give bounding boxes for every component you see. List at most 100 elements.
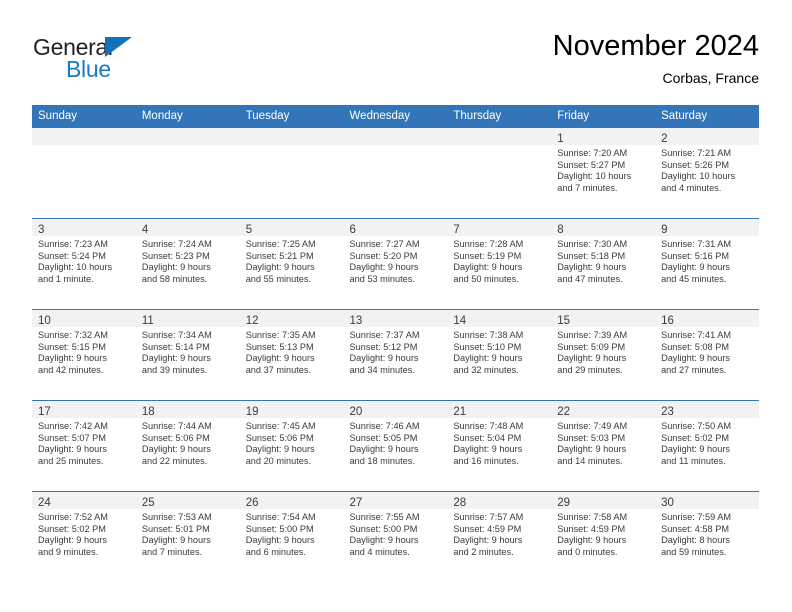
sunrise-time: Sunrise: 7:49 AM [557,421,628,431]
calendar-week-row: 24 Sunrise: 7:52 AM Sunset: 5:02 PM Dayligh… [32,491,759,582]
calendar-day-cell[interactable]: 16 Sunrise: 7:41 AM Sunset: 5:08 PM Dayligh… [655,309,759,401]
calendar-day-cell[interactable]: 15 Sunrise: 7:39 AM Sunset: 5:09 PM Dayligh… [551,309,656,401]
generalblue-logo[interactable]: General Blue [33,34,233,92]
logo-text-blue: Blue [66,56,111,82]
calendar-day-cell[interactable]: 12 Sunrise: 7:35 AM Sunset: 5:13 PM Dayligh… [239,309,344,401]
day-number-band: 5 [239,219,344,236]
daylight-duration-line2: and 55 minutes. [245,273,312,284]
day-cell-details: Sunrise: 7:53 AM Sunset: 5:01 PM Daylight:… [136,509,240,558]
day-cell-content: 1 Sunrise: 7:20 AM Sunset: 5:27 PM Daylight… [551,128,656,218]
day-number-band: 12 [239,310,344,327]
day-cell-details [240,145,344,148]
day-cell-details: Sunrise: 7:39 AM Sunset: 5:09 PM Daylight:… [551,327,655,376]
sunrise-time: Sunrise: 7:30 AM [557,239,628,249]
day-number-band: 24 [32,492,136,509]
day-number-band: 19 [239,401,344,418]
calendar-day-cell[interactable]: 1 Sunrise: 7:20 AM Sunset: 5:27 PM Daylight… [551,127,656,219]
calendar-day-cell[interactable]: 3 Sunrise: 7:23 AM Sunset: 5:24 PM Daylight… [32,218,136,310]
day-number-band: 23 [655,401,759,418]
calendar-day-cell[interactable]: 10 Sunrise: 7:32 AM Sunset: 5:15 PM Dayligh… [32,309,136,401]
day-cell-details: Sunrise: 7:37 AM Sunset: 5:12 PM Daylight:… [344,327,448,376]
sunset-time: Sunset: 5:08 PM [661,341,729,352]
day-number-band: 4 [135,219,240,236]
day-number-band: 29 [551,492,656,509]
day-cell-details: Sunrise: 7:54 AM Sunset: 5:00 PM Daylight:… [240,509,344,558]
daylight-duration-line2: and 4 minutes. [349,546,410,557]
calendar-day-cell[interactable]: 4 Sunrise: 7:24 AM Sunset: 5:23 PM Daylight… [135,218,240,310]
day-cell-content: 19 Sunrise: 7:45 AM Sunset: 5:06 PM Dayligh… [239,401,344,491]
sunset-time: Sunset: 5:23 PM [141,250,210,261]
sunrise-time: Sunrise: 7:50 AM [661,421,732,431]
day-number: 2 [661,133,668,145]
daylight-duration-line1: Daylight: 10 hours [661,171,736,182]
sunrise-time: Sunrise: 7:58 AM [557,512,628,522]
daylight-duration-line2: and 50 minutes. [453,273,519,284]
calendar-day-cell[interactable]: 22 Sunrise: 7:49 AM Sunset: 5:03 PM Dayligh… [551,400,656,492]
day-number: 27 [349,497,363,509]
calendar-day-cell[interactable]: 25 Sunrise: 7:53 AM Sunset: 5:01 PM Dayligh… [135,491,240,582]
daylight-duration-line2: and 11 minutes. [661,455,726,466]
day-cell-details: Sunrise: 7:23 AM Sunset: 5:24 PM Daylight:… [32,236,136,285]
calendar-day-cell[interactable]: 13 Sunrise: 7:37 AM Sunset: 5:12 PM Dayligh… [343,309,448,401]
day-cell-details [136,145,240,148]
day-cell-details: Sunrise: 7:34 AM Sunset: 5:14 PM Daylight:… [136,327,240,376]
sunrise-time: Sunrise: 7:57 AM [453,512,524,522]
daylight-duration-line2: and 53 minutes. [349,273,415,284]
sunrise-time: Sunrise: 7:34 AM [141,330,212,340]
calendar-cell-empty [343,127,448,219]
day-cell-details: Sunrise: 7:49 AM Sunset: 5:03 PM Daylight:… [551,418,655,467]
day-number-band: 26 [239,492,344,509]
day-cell-content: 18 Sunrise: 7:44 AM Sunset: 5:06 PM Dayligh… [135,401,240,491]
day-number-band: 21 [447,401,552,418]
calendar-day-cell[interactable]: 7 Sunrise: 7:28 AM Sunset: 5:19 PM Daylight… [447,218,552,310]
calendar-cell-empty [447,127,552,219]
calendar-day-cell[interactable]: 5 Sunrise: 7:25 AM Sunset: 5:21 PM Daylight… [239,218,344,310]
daylight-duration-line1: Daylight: 9 hours [141,353,211,364]
calendar-day-cell[interactable]: 2 Sunrise: 7:21 AM Sunset: 5:26 PM Daylight… [655,127,759,219]
calendar-day-cell[interactable]: 21 Sunrise: 7:48 AM Sunset: 5:04 PM Dayligh… [447,400,552,492]
calendar-day-cell[interactable]: 28 Sunrise: 7:57 AM Sunset: 4:59 PM Dayligh… [447,491,552,582]
weekday-header-sunday: Sunday [32,105,136,128]
sunrise-time: Sunrise: 7:39 AM [557,330,628,340]
daylight-duration-line2: and 22 minutes. [141,455,208,466]
daylight-duration-line2: and 16 minutes. [453,455,519,466]
day-cell-content: 14 Sunrise: 7:38 AM Sunset: 5:10 PM Dayligh… [447,310,552,400]
sunset-time: Sunset: 5:27 PM [557,159,626,170]
day-number-band: 2 [655,128,759,145]
calendar-day-cell[interactable]: 19 Sunrise: 7:45 AM Sunset: 5:06 PM Dayligh… [239,400,344,492]
calendar-day-cell[interactable]: 17 Sunrise: 7:42 AM Sunset: 5:07 PM Dayligh… [32,400,136,492]
calendar-day-cell[interactable]: 20 Sunrise: 7:46 AM Sunset: 5:05 PM Dayligh… [343,400,448,492]
calendar-day-cell[interactable]: 29 Sunrise: 7:58 AM Sunset: 4:59 PM Dayligh… [551,491,656,582]
calendar-day-cell[interactable]: 24 Sunrise: 7:52 AM Sunset: 5:02 PM Dayligh… [32,491,136,582]
calendar-day-cell[interactable]: 27 Sunrise: 7:55 AM Sunset: 5:00 PM Dayligh… [343,491,448,582]
weekday-header-saturday: Saturday [655,105,759,128]
sunrise-time: Sunrise: 7:59 AM [661,512,732,522]
daylight-duration-line1: Daylight: 9 hours [661,353,731,364]
day-number: 16 [661,315,674,327]
day-cell-details: Sunrise: 7:58 AM Sunset: 4:59 PM Daylight:… [551,509,655,558]
calendar-day-cell[interactable]: 6 Sunrise: 7:27 AM Sunset: 5:20 PM Daylight… [343,218,448,310]
day-cell-content: 23 Sunrise: 7:50 AM Sunset: 5:02 PM Dayligh… [655,401,759,491]
day-cell-content: 24 Sunrise: 7:52 AM Sunset: 5:02 PM Dayligh… [32,492,136,582]
day-cell-details: Sunrise: 7:35 AM Sunset: 5:13 PM Daylight:… [240,327,344,376]
calendar-day-cell[interactable]: 14 Sunrise: 7:38 AM Sunset: 5:10 PM Dayligh… [447,309,552,401]
calendar-week-row: 10 Sunrise: 7:32 AM Sunset: 5:15 PM Dayligh… [32,309,759,401]
sunset-time: Sunset: 5:01 PM [141,523,210,534]
calendar-day-cell[interactable]: 23 Sunrise: 7:50 AM Sunset: 5:02 PM Dayligh… [655,400,759,492]
calendar-day-cell[interactable]: 11 Sunrise: 7:34 AM Sunset: 5:14 PM Dayligh… [135,309,240,401]
day-cell-content: 11 Sunrise: 7:34 AM Sunset: 5:14 PM Dayligh… [135,310,240,400]
day-cell-content: 17 Sunrise: 7:42 AM Sunset: 5:07 PM Dayligh… [32,401,136,491]
day-number-band: 6 [343,219,448,236]
calendar-day-cell[interactable]: 8 Sunrise: 7:30 AM Sunset: 5:18 PM Daylight… [551,218,656,310]
daylight-duration-line1: Daylight: 9 hours [661,444,731,455]
calendar-day-cell[interactable]: 9 Sunrise: 7:31 AM Sunset: 5:16 PM Daylight… [655,218,759,310]
daylight-duration-line1: Daylight: 9 hours [557,262,627,273]
calendar-day-cell[interactable]: 18 Sunrise: 7:44 AM Sunset: 5:06 PM Dayligh… [135,400,240,492]
daylight-duration-line1: Daylight: 8 hours [661,535,731,546]
calendar-day-cell[interactable]: 30 Sunrise: 7:59 AM Sunset: 4:58 PM Dayligh… [655,491,759,582]
daylight-duration-line2: and 6 minutes. [245,546,306,557]
day-cell-details: Sunrise: 7:46 AM Sunset: 5:05 PM Daylight:… [344,418,448,467]
day-number-band: 11 [135,310,240,327]
day-cell-content: 6 Sunrise: 7:27 AM Sunset: 5:20 PM Daylight… [343,219,448,309]
calendar-day-cell[interactable]: 26 Sunrise: 7:54 AM Sunset: 5:00 PM Dayligh… [239,491,344,582]
